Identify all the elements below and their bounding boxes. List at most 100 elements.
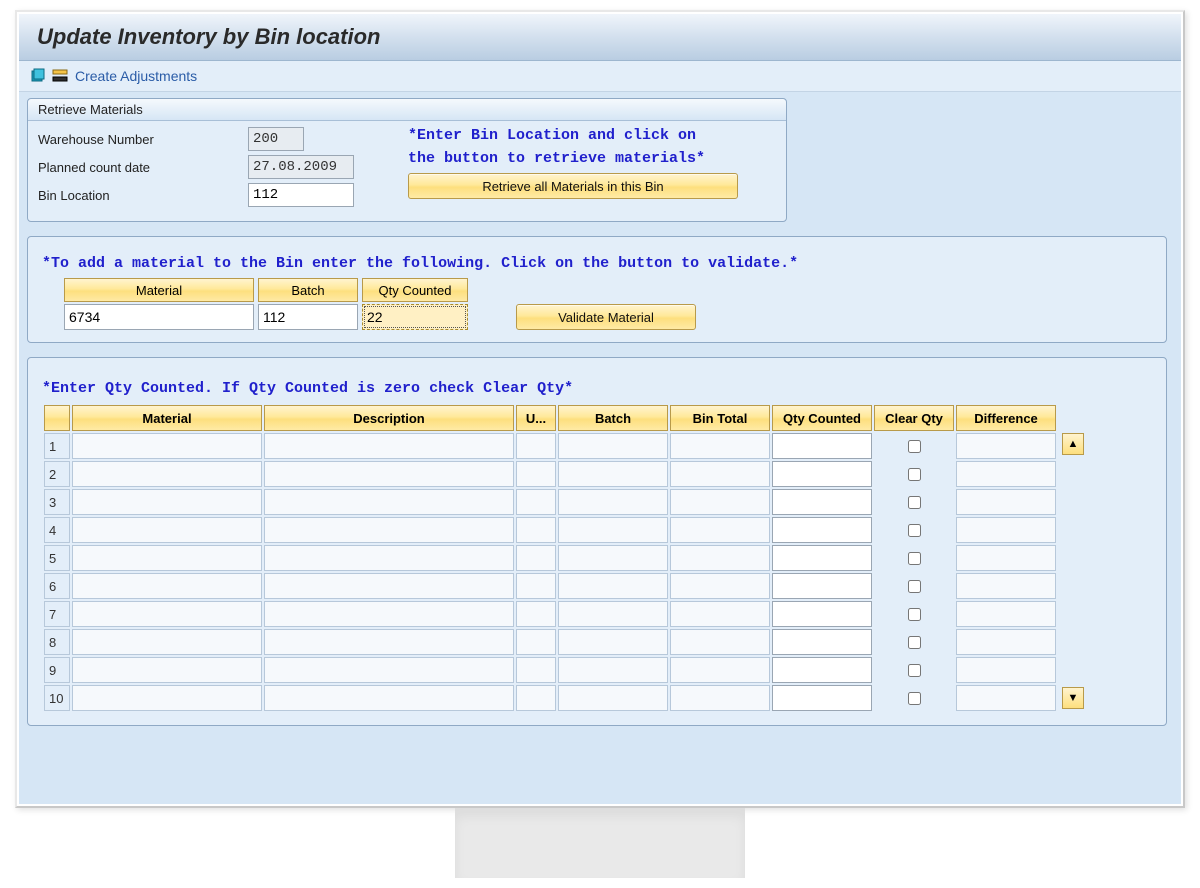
cell-qty-counted[interactable]: [772, 517, 872, 543]
qty-counted-input[interactable]: [773, 658, 871, 682]
document-stack-icon[interactable]: [29, 67, 47, 85]
clear-qty-checkbox[interactable]: [908, 496, 921, 509]
cell-uom: [516, 573, 556, 599]
col-header-clear-qty[interactable]: Clear Qty: [874, 405, 954, 431]
cell-batch: [558, 685, 668, 711]
clear-qty-checkbox[interactable]: [908, 664, 921, 677]
create-adjustments-link[interactable]: Create Adjustments: [75, 68, 197, 84]
cell-difference: [956, 601, 1056, 627]
retrieve-materials-button[interactable]: Retrieve all Materials in this Bin: [408, 173, 738, 199]
toolbar: Create Adjustments: [19, 61, 1181, 92]
cell-difference: [956, 517, 1056, 543]
row-selector-header[interactable]: [44, 405, 70, 431]
clear-qty-checkbox[interactable]: [908, 608, 921, 621]
add-material-material-input[interactable]: [64, 304, 254, 330]
col-header-batch[interactable]: Batch: [558, 405, 668, 431]
materials-table: Material Description U... Batch Bin Tota…: [42, 403, 1058, 713]
clear-qty-checkbox[interactable]: [908, 692, 921, 705]
table-row: 1: [44, 433, 1056, 459]
cell-difference: [956, 685, 1056, 711]
clear-qty-checkbox[interactable]: [908, 524, 921, 537]
cell-qty-counted[interactable]: [772, 601, 872, 627]
cell-bin-total: [670, 433, 770, 459]
cell-material: [72, 685, 262, 711]
add-material-col-material: Material: [64, 278, 254, 302]
table-row: 8: [44, 629, 1056, 655]
cell-qty-counted[interactable]: [772, 685, 872, 711]
col-header-material[interactable]: Material: [72, 405, 262, 431]
qty-counted-input[interactable]: [773, 686, 871, 710]
row-number[interactable]: 4: [44, 517, 70, 543]
clear-qty-checkbox[interactable]: [908, 440, 921, 453]
qty-counted-input[interactable]: [773, 518, 871, 542]
qty-counted-input[interactable]: [773, 462, 871, 486]
col-header-bin-total[interactable]: Bin Total: [670, 405, 770, 431]
table-row: 7: [44, 601, 1056, 627]
row-number[interactable]: 6: [44, 573, 70, 599]
cell-description: [264, 489, 514, 515]
col-header-uom[interactable]: U...: [516, 405, 556, 431]
qty-counted-input[interactable]: [773, 602, 871, 626]
warehouse-number-label: Warehouse Number: [38, 132, 248, 147]
add-material-qty-input[interactable]: [362, 304, 468, 330]
cell-qty-counted[interactable]: [772, 461, 872, 487]
qty-counted-input[interactable]: [773, 574, 871, 598]
adjust-icon[interactable]: [51, 67, 69, 85]
qty-counted-input[interactable]: [773, 434, 871, 458]
row-number[interactable]: 9: [44, 657, 70, 683]
row-number[interactable]: 7: [44, 601, 70, 627]
bin-location-field[interactable]: [248, 183, 354, 207]
row-number[interactable]: 10: [44, 685, 70, 711]
cell-material: [72, 601, 262, 627]
table-row: 10: [44, 685, 1056, 711]
scroll-down-button[interactable]: ▼: [1062, 687, 1084, 709]
cell-bin-total: [670, 657, 770, 683]
cell-batch: [558, 573, 668, 599]
qty-counted-input[interactable]: [773, 546, 871, 570]
qty-counted-input[interactable]: [773, 490, 871, 514]
row-number[interactable]: 2: [44, 461, 70, 487]
cell-bin-total: [670, 461, 770, 487]
validate-material-button[interactable]: Validate Material: [516, 304, 696, 330]
cell-qty-counted[interactable]: [772, 433, 872, 459]
cell-qty-counted[interactable]: [772, 545, 872, 571]
cell-description: [264, 657, 514, 683]
grid-scrollbar: ▲ ▼: [1062, 433, 1084, 709]
qty-counted-input[interactable]: [773, 630, 871, 654]
cell-qty-counted[interactable]: [772, 629, 872, 655]
row-number[interactable]: 3: [44, 489, 70, 515]
add-material-batch-input[interactable]: [258, 304, 358, 330]
cell-qty-counted[interactable]: [772, 573, 872, 599]
add-material-hint: *To add a material to the Bin enter the …: [42, 255, 1152, 272]
clear-qty-checkbox[interactable]: [908, 636, 921, 649]
cell-bin-total: [670, 601, 770, 627]
cell-uom: [516, 489, 556, 515]
app-root: Update Inventory by Bin location Create …: [19, 14, 1181, 804]
scroll-up-button[interactable]: ▲: [1062, 433, 1084, 455]
cell-uom: [516, 461, 556, 487]
row-number[interactable]: 5: [44, 545, 70, 571]
clear-qty-checkbox[interactable]: [908, 580, 921, 593]
table-row: 3: [44, 489, 1056, 515]
cell-batch: [558, 461, 668, 487]
retrieve-panel-body: Warehouse Number Planned count date Bin …: [28, 121, 786, 221]
add-material-inputs: Validate Material: [64, 304, 1152, 330]
warehouse-number-field: [248, 127, 304, 151]
row-number[interactable]: 1: [44, 433, 70, 459]
cell-uom: [516, 629, 556, 655]
retrieve-materials-panel: Retrieve Materials Warehouse Number Plan…: [27, 98, 787, 222]
col-header-difference[interactable]: Difference: [956, 405, 1056, 431]
cell-bin-total: [670, 629, 770, 655]
row-number[interactable]: 8: [44, 629, 70, 655]
cell-description: [264, 461, 514, 487]
col-header-description[interactable]: Description: [264, 405, 514, 431]
clear-qty-checkbox[interactable]: [908, 552, 921, 565]
cell-qty-counted[interactable]: [772, 657, 872, 683]
col-header-qty-counted[interactable]: Qty Counted: [772, 405, 872, 431]
cell-description: [264, 601, 514, 627]
clear-qty-checkbox[interactable]: [908, 468, 921, 481]
cell-material: [72, 461, 262, 487]
cell-qty-counted[interactable]: [772, 489, 872, 515]
window-frame: Update Inventory by Bin location Create …: [15, 10, 1185, 808]
cell-description: [264, 573, 514, 599]
